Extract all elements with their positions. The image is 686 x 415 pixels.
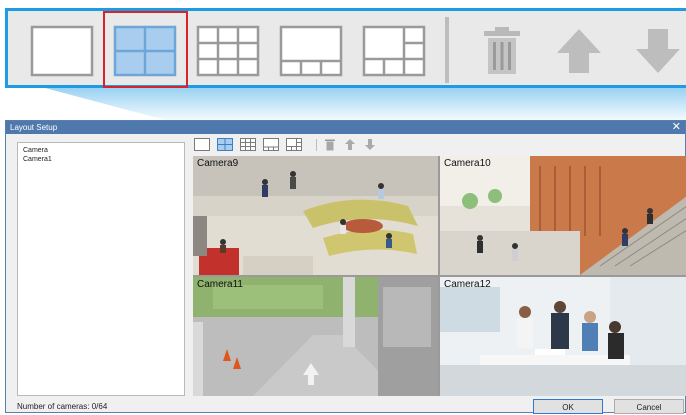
move-up-icon[interactable] [344, 138, 356, 151]
camera-label: Camera9 [197, 158, 239, 169]
camera-feed-image [440, 156, 686, 275]
layout-setup-dialog: Layout Setup ✕ Camera Camera1 Number of … [5, 120, 686, 414]
camera-label: Camera10 [444, 158, 491, 169]
zoom-callout-connector [5, 88, 686, 120]
camera-count-label: Number of cameras: 0/64 [17, 402, 108, 411]
layout-1plus3-icon[interactable] [278, 23, 344, 79]
layout-3x3-icon[interactable] [195, 23, 261, 79]
layout-1plus3-icon[interactable] [263, 138, 279, 151]
layout-1plus5-icon[interactable] [286, 138, 302, 151]
cancel-button[interactable]: Cancel [614, 399, 684, 414]
layout-2x2-icon[interactable] [217, 138, 233, 151]
layout-1x1-icon[interactable] [194, 138, 210, 151]
delete-icon[interactable] [476, 25, 528, 77]
layout-1plus5-icon[interactable] [361, 23, 427, 79]
delete-icon[interactable] [324, 138, 336, 151]
camera-tile[interactable]: Camera11 [193, 277, 438, 396]
list-item[interactable]: Camera [18, 146, 184, 155]
move-down-icon[interactable] [632, 25, 684, 77]
layout-1x1-icon[interactable] [29, 23, 95, 79]
dialog-title: Layout Setup [10, 123, 58, 132]
camera-feed-image [193, 277, 438, 396]
camera-tile[interactable]: Camera10 [440, 156, 686, 275]
move-down-icon[interactable] [364, 138, 376, 151]
camera-list[interactable]: Camera Camera1 [17, 142, 185, 396]
camera-grid: Camera9 Camera10 Camera11 Camera12 [193, 156, 686, 396]
move-up-icon[interactable] [553, 25, 605, 77]
dialog-titlebar: Layout Setup ✕ [6, 121, 685, 134]
camera-tile[interactable]: Camera12 [440, 277, 686, 396]
toolbar-separator [316, 139, 317, 151]
zoomed-toolbar [5, 8, 686, 88]
list-item[interactable]: Camera1 [18, 155, 184, 164]
camera-label: Camera11 [197, 279, 243, 290]
layout-toolbar [194, 138, 494, 152]
camera-feed-image [440, 277, 686, 396]
selected-layout-frame [103, 11, 188, 88]
camera-feed-image [193, 156, 438, 275]
camera-tile[interactable]: Camera9 [193, 156, 438, 275]
ok-button[interactable]: OK [533, 399, 603, 414]
toolbar-separator [445, 17, 449, 83]
camera-label: Camera12 [444, 279, 491, 290]
layout-3x3-icon[interactable] [240, 138, 256, 151]
close-icon[interactable]: ✕ [672, 121, 681, 134]
